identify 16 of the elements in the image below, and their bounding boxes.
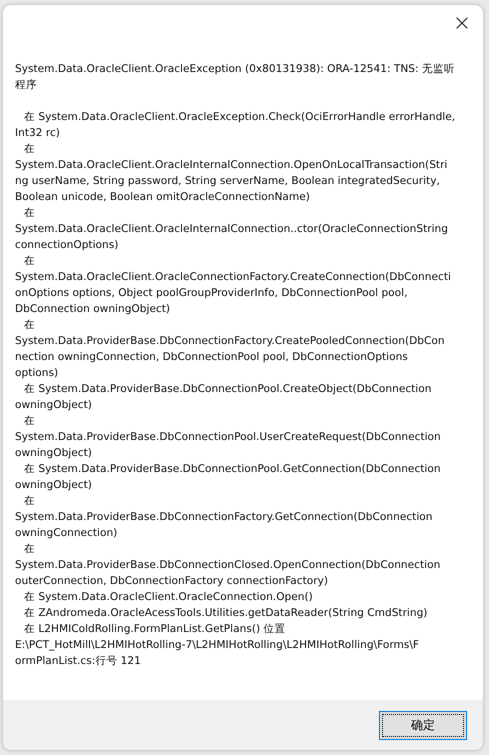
- stack-trace-entry: 在 System.Data.OracleClient.OracleException.Check(OciErrorHandle errorHandle, Int32 rc): [15, 110, 456, 141]
- stack-trace-entry: 在 System.Data.OracleClient.OracleConnectionFactory.CreateConnection(DbConnecti onOptions options, Object poolGroupProviderInfo, DbConnectionPool pool, DbConnection owningObject): [15, 254, 452, 317]
- close-button[interactable]: ×: [447, 9, 477, 39]
- stack-trace-entry: 在 ZAndromeda.OracleAcessTools.Utilities.getDataReader(String CmdString): [23, 606, 428, 621]
- stack-trace-entry: 在 System.Data.ProviderBase.DbConnectionFactory.GetConnection(DbConnection owningConnection): [15, 494, 434, 541]
- stack-trace-entry: 在 System.Data.ProviderBase.DbConnectionPool.CreateObject(DbConnection owningObject): [15, 382, 432, 413]
- stack-trace-entry: 在 System.Data.ProviderBase.DbConnectionFactory.CreatePooledConnection(DbCon nection owningConnection, DbConnectionPool pool, DbConnectionOptions options): [15, 318, 446, 381]
- stack-trace-entry: 在 System.Data.OracleClient.OracleConnection.Open(): [23, 590, 314, 605]
- stack-trace-entry: 在 L2HMIColdRolling.FormPlanList.GetPlans() 位置 E:\PCT_HotMill\L2HMIHotRolling-7\L2HMIHotRolling\L2HMIHotRolling\Forms\F ormPlanList.cs:行号 121: [15, 622, 420, 669]
- stack-trace-entry: 在 System.Data.ProviderBase.DbConnectionPool.GetConnection(DbConnection owningObject): [15, 462, 442, 493]
- error-message: System.Data.OracleClient.OracleException (0x80131938): ORA-12541: TNS: 无监听 程序: [15, 62, 456, 93]
- stack-trace-entry: 在 System.Data.ProviderBase.DbConnectionClosed.OpenConnection(DbConnection outerConnection, DbConnectionFactory connectionFactory): [15, 542, 442, 589]
- ok-button[interactable]: 确定: [379, 710, 467, 740]
- stack-trace-entry: 在 System.Data.OracleClient.OracleInternalConnection..ctor(OracleConnectionString connectionOptions): [15, 206, 449, 253]
- stack-trace-entry: 在 System.Data.OracleClient.OracleInternalConnection.OpenOnLocalTransaction(Stri ng userName, String password, String serverName, Boolean integratedSecurity, Boolean unicode, Boolean omitOracleConnectionName): [15, 142, 448, 205]
- stack-trace-entry: 在 System.Data.ProviderBase.DbConnectionPool.UserCreateRequest(DbConnection owningObject): [15, 414, 442, 461]
